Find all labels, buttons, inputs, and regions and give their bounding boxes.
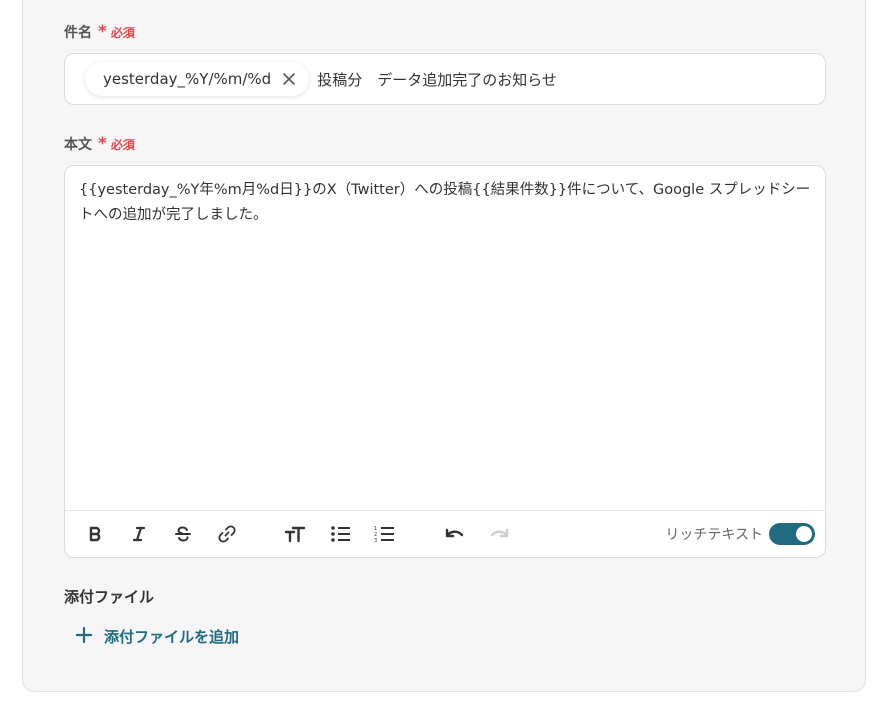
numbered-list-icon[interactable]: 123 <box>373 522 397 546</box>
body-text[interactable]: {{yesterday_%Y年%m月%d日}}のX（Twitter）への投稿{{… <box>79 178 813 228</box>
close-icon[interactable] <box>281 71 297 87</box>
required-star: * <box>98 133 107 154</box>
body-editor[interactable]: {{yesterday_%Y年%m月%d日}}のX（Twitter）への投稿{{… <box>64 165 826 558</box>
variable-chip[interactable]: yesterday_%Y/%m/%d <box>85 62 310 96</box>
strikethrough-icon[interactable] <box>171 522 195 546</box>
rich-text-toggle-row: リッチテキスト <box>665 523 815 545</box>
required-star: * <box>98 21 107 42</box>
body-label-row: 本文 * 必須 <box>64 134 135 154</box>
undo-icon[interactable] <box>443 522 467 546</box>
link-icon[interactable] <box>215 522 239 546</box>
text-size-icon[interactable] <box>283 522 307 546</box>
plus-icon <box>75 626 93 647</box>
bold-icon[interactable] <box>83 522 107 546</box>
add-attachment-button[interactable]: 添付ファイルを追加 <box>75 626 240 647</box>
italic-icon[interactable] <box>127 522 151 546</box>
toggle-knob <box>796 526 812 542</box>
body-label: 本文 <box>64 137 92 153</box>
attachment-label: 添付ファイル <box>64 588 155 606</box>
subject-label-row: 件名 * 必須 <box>64 22 135 42</box>
bullet-list-icon[interactable] <box>329 522 353 546</box>
subject-label: 件名 <box>64 25 92 41</box>
variable-chip-label: yesterday_%Y/%m/%d <box>103 70 272 88</box>
required-badge: 必須 <box>110 25 135 40</box>
subject-text: 投稿分 データ追加完了のお知らせ <box>317 70 557 89</box>
rich-text-label: リッチテキスト <box>665 527 763 543</box>
rich-text-toggle[interactable] <box>769 523 815 545</box>
attachment-label-row: 添付ファイル <box>64 586 154 607</box>
svg-text:3: 3 <box>374 538 377 543</box>
required-badge: 必須 <box>110 137 135 152</box>
subject-input[interactable]: yesterday_%Y/%m/%d 投稿分 データ追加完了のお知らせ <box>64 53 826 105</box>
add-attachment-label: 添付ファイルを追加 <box>104 628 240 646</box>
editor-toolbar: 123 リッチテキスト <box>65 510 825 557</box>
redo-icon[interactable] <box>487 522 511 546</box>
